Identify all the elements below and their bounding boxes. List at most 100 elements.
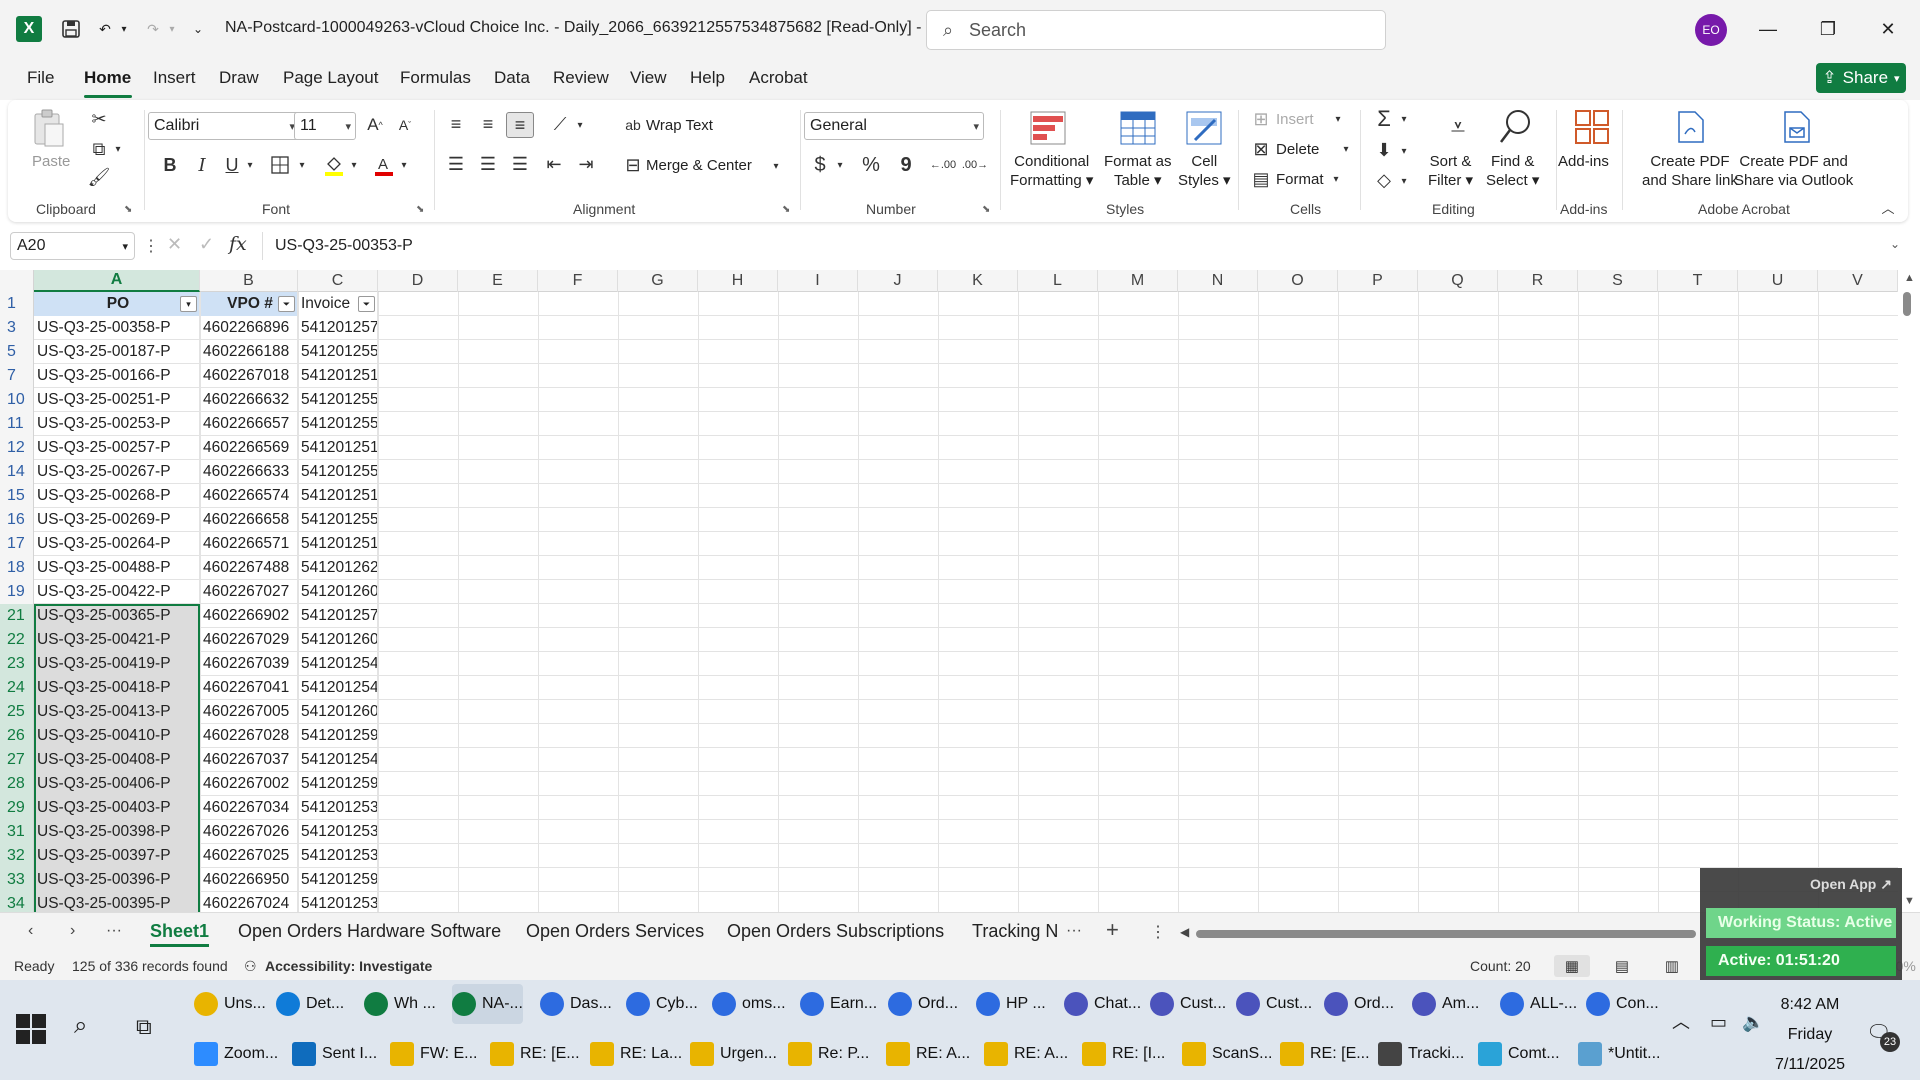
increase-font-icon[interactable]: A ^ (362, 112, 388, 138)
orientation-dropdown-icon[interactable]: ▾ (574, 116, 586, 134)
redo-icon[interactable]: ↷ (142, 16, 164, 42)
confirm-entry-icon[interactable]: ✓ (199, 234, 214, 255)
redo-dropdown-icon[interactable]: ▾ (166, 16, 178, 42)
tab-insert[interactable]: Insert (153, 68, 196, 88)
cell-po[interactable]: US-Q3-25-00410-P (34, 724, 200, 748)
cell-po[interactable]: US-Q3-25-00413-P (34, 700, 200, 724)
expand-formula-bar-icon[interactable]: ⌄ (1890, 237, 1900, 251)
cell-vpo[interactable]: 4602267034 (200, 796, 298, 820)
customize-toolbar-icon[interactable]: ⌄ (190, 16, 206, 42)
align-center-icon[interactable]: ☰ (476, 152, 500, 176)
find-select-label[interactable]: Find & Select ▾ (1486, 152, 1539, 190)
cell-invoice[interactable]: 5412012598 (298, 724, 378, 748)
cell-vpo[interactable]: 4602267002 (200, 772, 298, 796)
cell-vpo[interactable]: 4602267026 (200, 820, 298, 844)
underline-dropdown-icon[interactable]: ▾ (244, 156, 256, 174)
row-header[interactable]: 32 (0, 844, 34, 868)
open-app-link[interactable]: Open App ↗ (1810, 876, 1892, 893)
cell-invoice[interactable]: 5412012544 (298, 652, 378, 676)
taskbar-window[interactable]: RE: La... (590, 1034, 682, 1074)
cell-vpo[interactable]: 4602266902 (200, 604, 298, 628)
merge-center-icon[interactable]: ⊟ (622, 154, 644, 176)
taskbar-app[interactable]: NA-... (452, 984, 523, 1024)
cell-vpo[interactable]: 4602267041 (200, 676, 298, 700)
format-as-table-icon[interactable] (1118, 108, 1158, 148)
normal-view-icon[interactable]: ▦ (1554, 955, 1590, 977)
cell-vpo[interactable]: 4602267488 (200, 556, 298, 580)
taskbar-window[interactable]: RE: [E... (490, 1034, 580, 1074)
cell-po[interactable]: US-Q3-25-00166-P (34, 364, 200, 388)
undo-icon[interactable]: ↶ (94, 16, 116, 42)
taskbar-window[interactable]: Tracki... (1378, 1034, 1464, 1074)
column-header-t[interactable]: T (1658, 270, 1738, 292)
cell-po[interactable]: US-Q3-25-00264-P (34, 532, 200, 556)
sheet-tab-subscriptions[interactable]: Open Orders Subscriptions (727, 921, 944, 942)
cell-po[interactable]: US-Q3-25-00395-P (34, 892, 200, 912)
cell-po[interactable]: US-Q3-25-00418-P (34, 676, 200, 700)
system-tray-icons[interactable]: ︿ ▭ 🔈 (1672, 1008, 1764, 1034)
minimize-button[interactable]: — (1748, 14, 1788, 44)
cell-po[interactable]: US-Q3-25-00257-P (34, 436, 200, 460)
font-launcher-icon[interactable]: ⬊ (416, 204, 428, 216)
cell-invoice[interactable]: 5412012514 (298, 532, 378, 556)
row-header[interactable]: 26 (0, 724, 34, 748)
tab-draw[interactable]: Draw (219, 68, 259, 88)
cell-invoice[interactable]: 5412012542 (298, 748, 378, 772)
cell-invoice[interactable]: 5412012600 (298, 700, 378, 724)
clear-icon[interactable]: ◇ (1372, 168, 1396, 192)
cell-invoice[interactable]: 5412012603 (298, 628, 378, 652)
column-header-h[interactable]: H (698, 270, 778, 292)
sort-filter-label[interactable]: Sort & Filter ▾ (1428, 152, 1473, 190)
filter-dropdown-icon[interactable]: ▾ (180, 296, 197, 312)
row-header[interactable]: 23 (0, 652, 34, 676)
create-pdf-outlook-button[interactable]: Create PDF and Share via Outlook (1734, 152, 1853, 190)
cell-po[interactable]: US-Q3-25-00421-P (34, 628, 200, 652)
cell-vpo[interactable]: 4602266658 (200, 508, 298, 532)
taskbar-app[interactable]: Am... (1412, 984, 1479, 1024)
number-launcher-icon[interactable]: ⬊ (982, 204, 994, 216)
row-header[interactable]: 31 (0, 820, 34, 844)
cell-invoice[interactable]: 5412012515 (298, 484, 378, 508)
column-header-n[interactable]: N (1178, 270, 1258, 292)
cut-icon[interactable]: ✂ (88, 108, 110, 130)
add-ins-icon[interactable] (1572, 106, 1612, 148)
cell-vpo[interactable]: 4602267025 (200, 844, 298, 868)
align-top-icon[interactable]: ≡ (444, 112, 468, 136)
taskbar-app[interactable]: Ord... (888, 984, 958, 1024)
create-pdf-link-icon[interactable] (1672, 108, 1708, 146)
scroll-up-icon[interactable]: ▲ (1904, 272, 1915, 284)
taskbar-window[interactable]: *Untit... (1578, 1034, 1660, 1074)
cell-vpo[interactable]: 4602267029 (200, 628, 298, 652)
cell-invoice[interactable]: 5412012596 (298, 772, 378, 796)
cell-po[interactable]: US-Q3-25-00408-P (34, 748, 200, 772)
cell-invoice[interactable]: 5412012555 (298, 412, 378, 436)
copy-icon[interactable]: ⧉ (88, 138, 110, 160)
row-header[interactable]: 33 (0, 868, 34, 892)
cell-invoice[interactable]: 5412012546 (298, 676, 378, 700)
row-header[interactable]: 25 (0, 700, 34, 724)
taskbar-app[interactable]: Det... (276, 984, 344, 1024)
column-header-p[interactable]: P (1338, 270, 1418, 292)
tab-file[interactable]: File (27, 68, 54, 88)
save-icon[interactable] (58, 16, 84, 42)
align-middle-icon[interactable]: ≡ (476, 112, 500, 136)
format-cells-icon[interactable]: ▤ (1250, 168, 1272, 190)
cell-invoice[interactable]: 5412012539 (298, 796, 378, 820)
maximize-button[interactable]: ❐ (1808, 14, 1848, 44)
create-pdf-share-link-button[interactable]: Create PDF and Share link (1642, 152, 1738, 190)
cell-po[interactable]: US-Q3-25-00187-P (34, 340, 200, 364)
taskbar-app[interactable]: Chat... (1064, 984, 1141, 1024)
taskbar-window[interactable]: Urgen... (690, 1034, 777, 1074)
delete-cells-icon[interactable]: ⊠ (1250, 138, 1272, 160)
cell-invoice[interactable]: 5412012574 (298, 316, 378, 340)
cell-po[interactable]: US-Q3-25-00419-P (34, 652, 200, 676)
cell-vpo[interactable]: 4602267028 (200, 724, 298, 748)
row-header[interactable]: 17 (0, 532, 34, 556)
taskbar-app[interactable]: Con... (1586, 984, 1659, 1024)
column-header-j[interactable]: J (858, 270, 938, 292)
taskbar-window[interactable]: ScanS... (1182, 1034, 1272, 1074)
row-header[interactable]: 7 (0, 364, 34, 388)
tab-acrobat[interactable]: Acrobat (749, 68, 808, 88)
align-right-icon[interactable]: ☰ (508, 152, 532, 176)
sheet-list-icon[interactable]: ··· (106, 922, 122, 940)
